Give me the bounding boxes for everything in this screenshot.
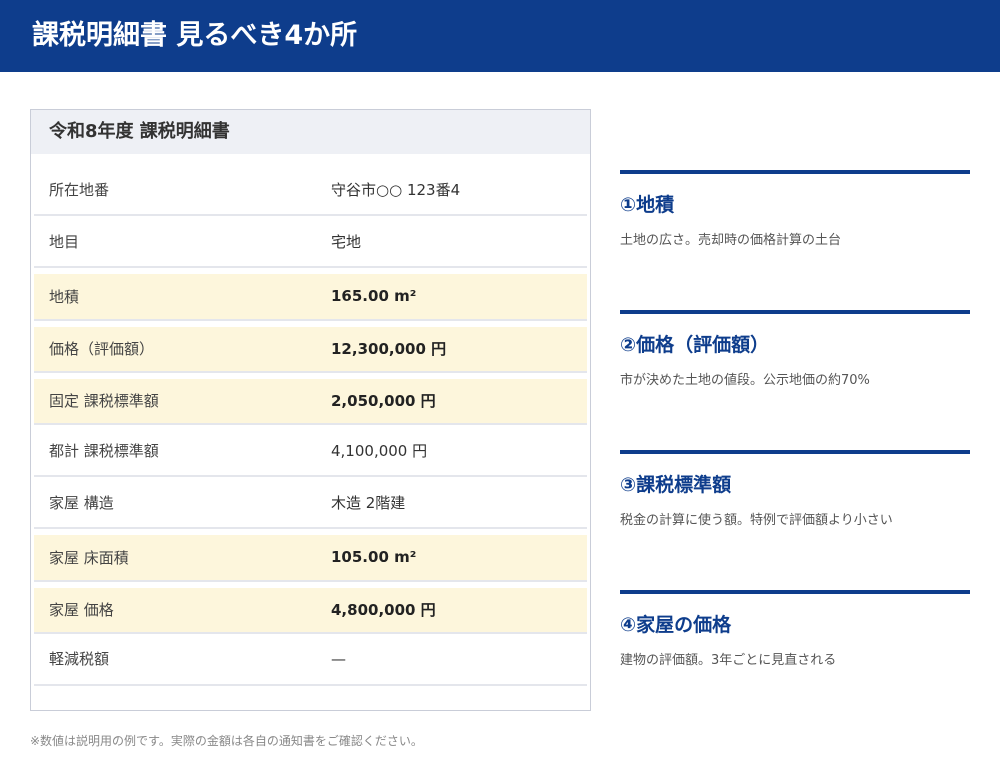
row-value: 4,800,000 円	[331, 601, 436, 620]
point-description: 土地の広さ。売却時の価格計算の土台	[620, 233, 842, 248]
row-value: 165.00 m²	[331, 287, 417, 306]
row-label: 地積	[49, 287, 80, 306]
row-label: 軽減税額	[49, 650, 110, 669]
row-label: 都計 課税標準額	[49, 441, 159, 460]
disclaimer-note: ※数値は説明用の例です。実際の金額は各自の通知書をご確認ください。	[30, 734, 423, 748]
row-label: 家屋 床面積	[49, 548, 129, 567]
row-value: 木造 2階建	[331, 493, 406, 512]
key-point-1: ①地積 土地の広さ。売却時の価格計算の土台	[620, 170, 970, 248]
point-description: 建物の評価額。3年ごとに見直される	[620, 653, 837, 668]
point-title: ①地積	[620, 194, 675, 216]
table-row: 都計 課税標準額 4,100,000 円	[34, 425, 587, 478]
row-value: 守谷市○○ 123番4	[331, 180, 461, 199]
point-title: ②価格（評価額）	[620, 334, 770, 356]
row-value: 2,050,000 円	[331, 392, 436, 411]
row-label: 価格（評価額）	[49, 340, 155, 359]
table-row-highlighted: 地積 165.00 m²	[34, 274, 587, 321]
row-label: 地目	[49, 232, 80, 251]
row-value: 宅地	[331, 232, 362, 251]
header-bar: 課税明細書 見るべき4か所	[0, 0, 1000, 72]
key-point-2: ②価格（評価額） 市が決めた土地の値段。公示地価の約70%	[620, 310, 970, 388]
row-label: 所在地番	[49, 180, 110, 199]
point-description: 税金の計算に使う額。特例で評価額より小さい	[620, 513, 893, 528]
table-row: 地目 宅地	[34, 216, 587, 269]
point-title: ④家屋の価格	[620, 614, 732, 636]
tax-statement-card: 令和8年度 課税明細書 所在地番 守谷市○○ 123番4 地目 宅地 地積 16…	[30, 109, 591, 711]
table-row-highlighted: 家屋 床面積 105.00 m²	[34, 535, 587, 582]
row-value: 105.00 m²	[331, 548, 417, 567]
statement-table: 所在地番 守谷市○○ 123番4 地目 宅地 地積 165.00 m² 価格（評…	[34, 164, 587, 686]
table-row-highlighted: 価格（評価額） 12,300,000 円	[34, 326, 587, 373]
page-title: 課税明細書 見るべき4か所	[32, 20, 358, 51]
row-label: 家屋 構造	[49, 493, 114, 512]
row-label: 固定 課税標準額	[49, 392, 159, 411]
row-label: 家屋 価格	[49, 601, 114, 620]
key-point-4: ④家屋の価格 建物の評価額。3年ごとに見直される	[620, 590, 970, 668]
key-point-3: ③課税標準額 税金の計算に使う額。特例で評価額より小さい	[620, 450, 970, 528]
row-value: 4,100,000 円	[331, 441, 428, 460]
card-title: 令和8年度 課税明細書	[31, 110, 590, 154]
point-title: ③課税標準額	[620, 474, 732, 496]
table-row: 軽減税額 —	[34, 634, 587, 686]
table-row: 家屋 構造 木造 2階建	[34, 477, 587, 530]
table-row-highlighted: 家屋 価格 4,800,000 円	[34, 587, 587, 634]
table-row-highlighted: 固定 課税標準額 2,050,000 円	[34, 378, 587, 425]
row-value: 12,300,000 円	[331, 340, 447, 359]
table-row: 所在地番 守谷市○○ 123番4	[34, 164, 587, 217]
point-description: 市が決めた土地の値段。公示地価の約70%	[620, 373, 870, 388]
row-value: —	[331, 649, 346, 668]
